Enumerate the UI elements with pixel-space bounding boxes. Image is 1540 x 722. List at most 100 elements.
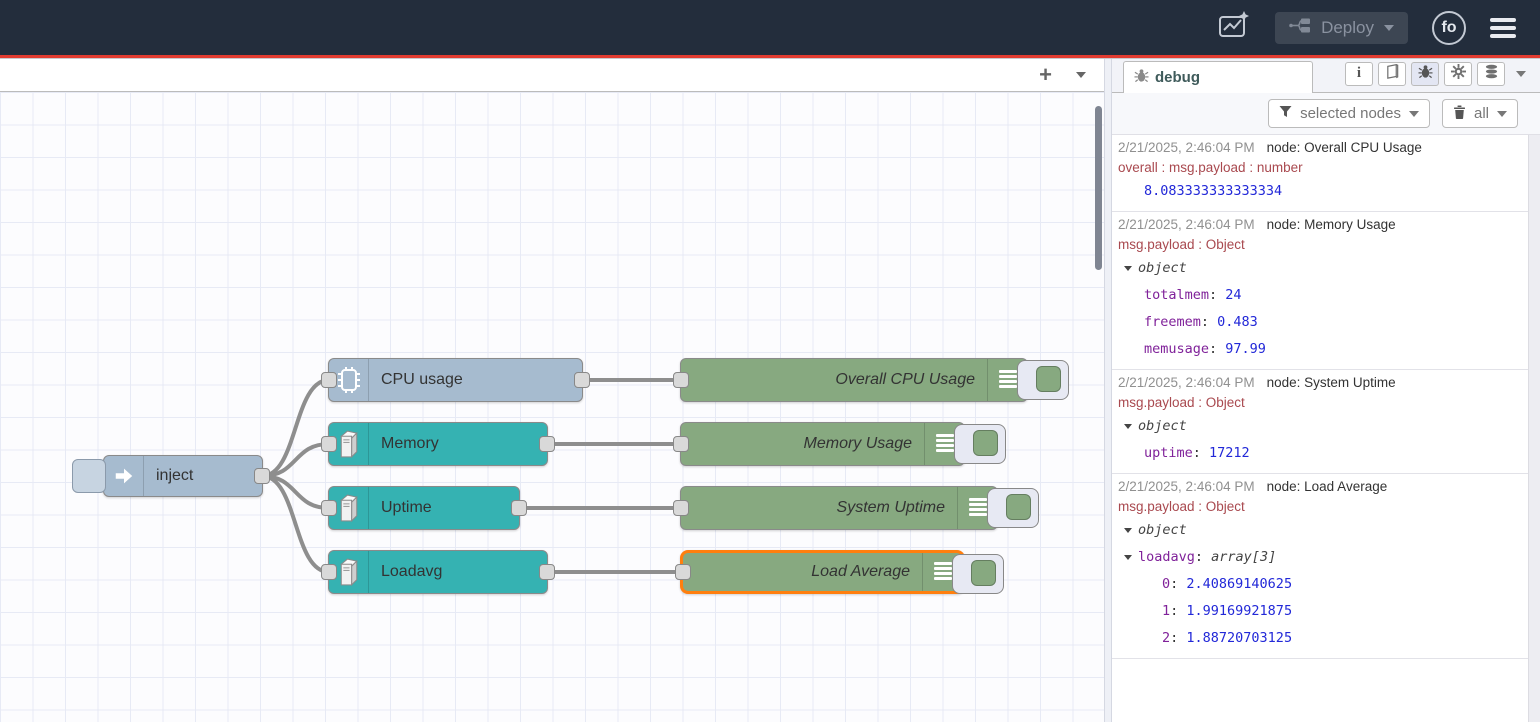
node-label: Loadavg [369, 563, 547, 581]
assistant-icon[interactable] [1217, 9, 1251, 46]
add-flow-button[interactable]: + [1039, 65, 1052, 85]
inject-trigger-button[interactable] [72, 459, 106, 493]
flow-tabbar: + [0, 59, 1104, 92]
database-icon [1484, 64, 1499, 84]
flow-node-dbg_uptime[interactable]: System Uptime [680, 486, 998, 530]
debug-timestamp: 2/21/2025, 2:46:04 PM [1118, 214, 1255, 235]
json-key: totalmem [1144, 282, 1209, 309]
json-value: 8.083333333333334 [1144, 178, 1282, 205]
flow-node-inject[interactable]: inject [103, 455, 263, 497]
json-type: object [1138, 255, 1187, 282]
tab-config-button[interactable] [1444, 62, 1472, 86]
node-input-port[interactable] [675, 564, 691, 580]
node-input-port[interactable] [673, 500, 689, 516]
debug-property-path: msg.payload : Object [1118, 393, 1524, 413]
debug-clear-button[interactable]: all [1442, 99, 1518, 128]
json-key: uptime [1144, 440, 1193, 467]
debug-message[interactable]: 2/21/2025, 2:46:04 PMnode: Overall CPU U… [1112, 135, 1528, 212]
flow-node-dbg_cpu[interactable]: Overall CPU Usage [680, 358, 1028, 402]
node-input-port[interactable] [321, 500, 337, 516]
node-output-port[interactable] [539, 436, 555, 452]
node-label: Load Average [683, 563, 922, 581]
canvas-vertical-scrollbar[interactable] [1095, 106, 1102, 270]
deploy-button[interactable]: Deploy [1275, 12, 1408, 44]
debug-value-row: object [1118, 517, 1524, 544]
debug-value-row: uptime: 17212 [1118, 440, 1524, 467]
node-output-port[interactable] [511, 500, 527, 516]
node-input-port[interactable] [673, 436, 689, 452]
json-key: 2 [1162, 625, 1170, 652]
tab-context-button[interactable] [1477, 62, 1505, 86]
collapse-caret-icon[interactable] [1124, 266, 1132, 271]
node-output-port[interactable] [574, 372, 590, 388]
header-bar: Deploy fo [0, 0, 1540, 55]
node-input-port[interactable] [321, 436, 337, 452]
json-type: object [1138, 517, 1187, 544]
json-value: 1.99169921875 [1186, 598, 1292, 625]
node-label: Overall CPU Usage [681, 371, 987, 389]
json-separator: : [1170, 625, 1186, 652]
debug-message-meta: 2/21/2025, 2:46:04 PMnode: System Uptime [1118, 372, 1524, 393]
debug-message-list[interactable]: 2/21/2025, 2:46:04 PMnode: Overall CPU U… [1112, 135, 1540, 722]
json-value: 97.99 [1225, 336, 1266, 363]
json-key: freemem [1144, 309, 1201, 336]
flow-node-memory[interactable]: Memory [328, 422, 548, 466]
flow-node-dbg_load[interactable]: Load Average [680, 550, 965, 594]
flow-node-cpu[interactable]: CPU usage [328, 358, 583, 402]
flow-node-dbg_mem[interactable]: Memory Usage [680, 422, 965, 466]
collapse-caret-icon[interactable] [1124, 528, 1132, 533]
debug-timestamp: 2/21/2025, 2:46:04 PM [1118, 476, 1255, 497]
debug-filter-toolbar: selected nodes all [1112, 93, 1540, 135]
debug-timestamp: 2/21/2025, 2:46:04 PM [1118, 372, 1255, 393]
json-separator: : [1201, 309, 1217, 336]
user-avatar[interactable]: fo [1432, 11, 1466, 45]
flow-editor: + inject CPU usage Memory Uptime Loadavg Over… [0, 59, 1104, 722]
node-input-port[interactable] [673, 372, 689, 388]
flow-node-uptime[interactable]: Uptime [328, 486, 520, 530]
debug-enable-toggle-state [973, 430, 998, 456]
json-separator: : [1193, 440, 1209, 467]
debug-message[interactable]: 2/21/2025, 2:46:04 PMnode: System Uptime… [1112, 370, 1528, 474]
node-output-port[interactable] [254, 468, 270, 484]
debug-filter-button[interactable]: selected nodes [1268, 99, 1430, 128]
sidebar-scroll-gutter[interactable] [1528, 135, 1540, 722]
menu-icon[interactable] [1490, 18, 1516, 38]
flow-list-caret[interactable] [1076, 72, 1086, 78]
debug-enable-toggle-state [971, 560, 996, 586]
node-label: CPU usage [369, 371, 582, 389]
flow-node-loadavg[interactable]: Loadavg [328, 550, 548, 594]
json-type: object [1138, 413, 1187, 440]
collapse-caret-icon[interactable] [1124, 424, 1132, 429]
debug-value-row: 1: 1.99169921875 [1118, 598, 1524, 625]
json-separator: : [1209, 282, 1225, 309]
debug-property-path: overall : msg.payload : number [1118, 158, 1524, 178]
tab-info-button[interactable]: i [1345, 62, 1373, 86]
node-label: Memory Usage [681, 435, 924, 453]
debug-message[interactable]: 2/21/2025, 2:46:04 PM node: Memory Usagem… [1112, 212, 1528, 370]
book-icon [1385, 64, 1400, 84]
trash-icon [1453, 105, 1466, 123]
tab-debug[interactable]: debug [1123, 61, 1313, 93]
node-input-port[interactable] [321, 564, 337, 580]
node-label: Uptime [369, 499, 519, 517]
sidebar-options-caret[interactable] [1516, 71, 1526, 77]
flow-canvas[interactable]: inject CPU usage Memory Uptime Loadavg Overal… [0, 92, 1104, 722]
node-output-port[interactable] [539, 564, 555, 580]
json-value: 1.88720703125 [1186, 625, 1292, 652]
node-input-port[interactable] [321, 372, 337, 388]
sidebar-tabbar: debug i [1112, 59, 1540, 93]
collapse-caret-icon[interactable] [1124, 555, 1132, 560]
tab-debug-messages-button[interactable] [1411, 62, 1439, 86]
deploy-options-caret[interactable] [1384, 25, 1394, 31]
debug-message[interactable]: 2/21/2025, 2:46:04 PMnode: Load Averagem… [1112, 474, 1528, 659]
sidebar-resize-handle[interactable] [1104, 59, 1112, 722]
debug-timestamp: 2/21/2025, 2:46:04 PM [1118, 137, 1255, 158]
filter-caret [1409, 111, 1419, 117]
json-value: 0.483 [1217, 309, 1258, 336]
debug-property-path: msg.payload : Object [1118, 235, 1524, 255]
json-separator: : [1170, 598, 1186, 625]
tab-help-button[interactable] [1378, 62, 1406, 86]
debug-list-icon [987, 359, 1027, 401]
debug-message-meta: 2/21/2025, 2:46:04 PMnode: Overall CPU U… [1118, 137, 1524, 158]
debug-source-node: node: Memory Usage [1267, 214, 1396, 235]
